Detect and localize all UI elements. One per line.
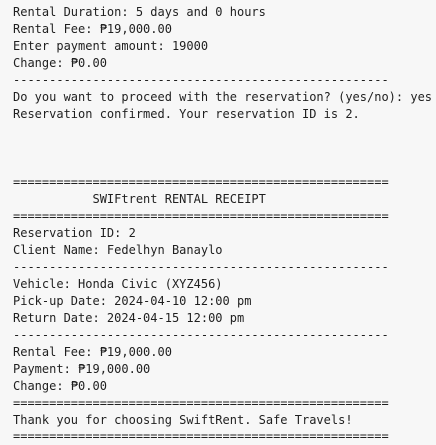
separator-equals: ========================================… — [13, 429, 389, 443]
separator-dash: ----------------------------------------… — [13, 260, 389, 274]
separator-equals: ========================================… — [13, 209, 389, 223]
receipt-payment-line: Payment: ₱19,000.00 — [13, 362, 151, 376]
payment-input-line: Enter payment amount: 19000 — [13, 39, 209, 53]
receipt-change-line: Change: ₱0.00 — [13, 379, 107, 393]
return-date-line: Return Date: 2024-04-15 12:00 pm — [13, 311, 245, 325]
receipt-rental-fee-line: Rental Fee: ₱19,000.00 — [13, 345, 172, 359]
receipt-title: SWIFtrent RENTAL RECEIPT — [13, 192, 266, 206]
confirmation-line: Reservation confirmed. Your reservation … — [13, 107, 360, 121]
pickup-date-line: Pick-up Date: 2024-04-10 12:00 pm — [13, 294, 252, 308]
rental-fee-line: Rental Fee: ₱19,000.00 — [13, 22, 172, 36]
thank-you-line: Thank you for choosing SwiftRent. Safe T… — [13, 413, 353, 427]
separator-dash: ----------------------------------------… — [13, 328, 389, 342]
separator-equals: ========================================… — [13, 175, 389, 189]
separator-equals: ========================================… — [13, 396, 389, 410]
change-line: Change: ₱0.00 — [13, 56, 107, 70]
proceed-prompt-line: Do you want to proceed with the reservat… — [13, 90, 433, 104]
reservation-id-line: Reservation ID: 2 — [13, 226, 136, 240]
rental-duration-line: Rental Duration: 5 days and 0 hours — [13, 5, 266, 19]
separator-dash: ----------------------------------------… — [13, 73, 389, 87]
vehicle-line: Vehicle: Honda Civic (XYZ456) — [13, 277, 223, 291]
terminal-output: Rental Duration: 5 days and 0 hours Rent… — [0, 0, 436, 445]
client-name-line: Client Name: Fedelhyn Banaylo — [13, 243, 223, 257]
